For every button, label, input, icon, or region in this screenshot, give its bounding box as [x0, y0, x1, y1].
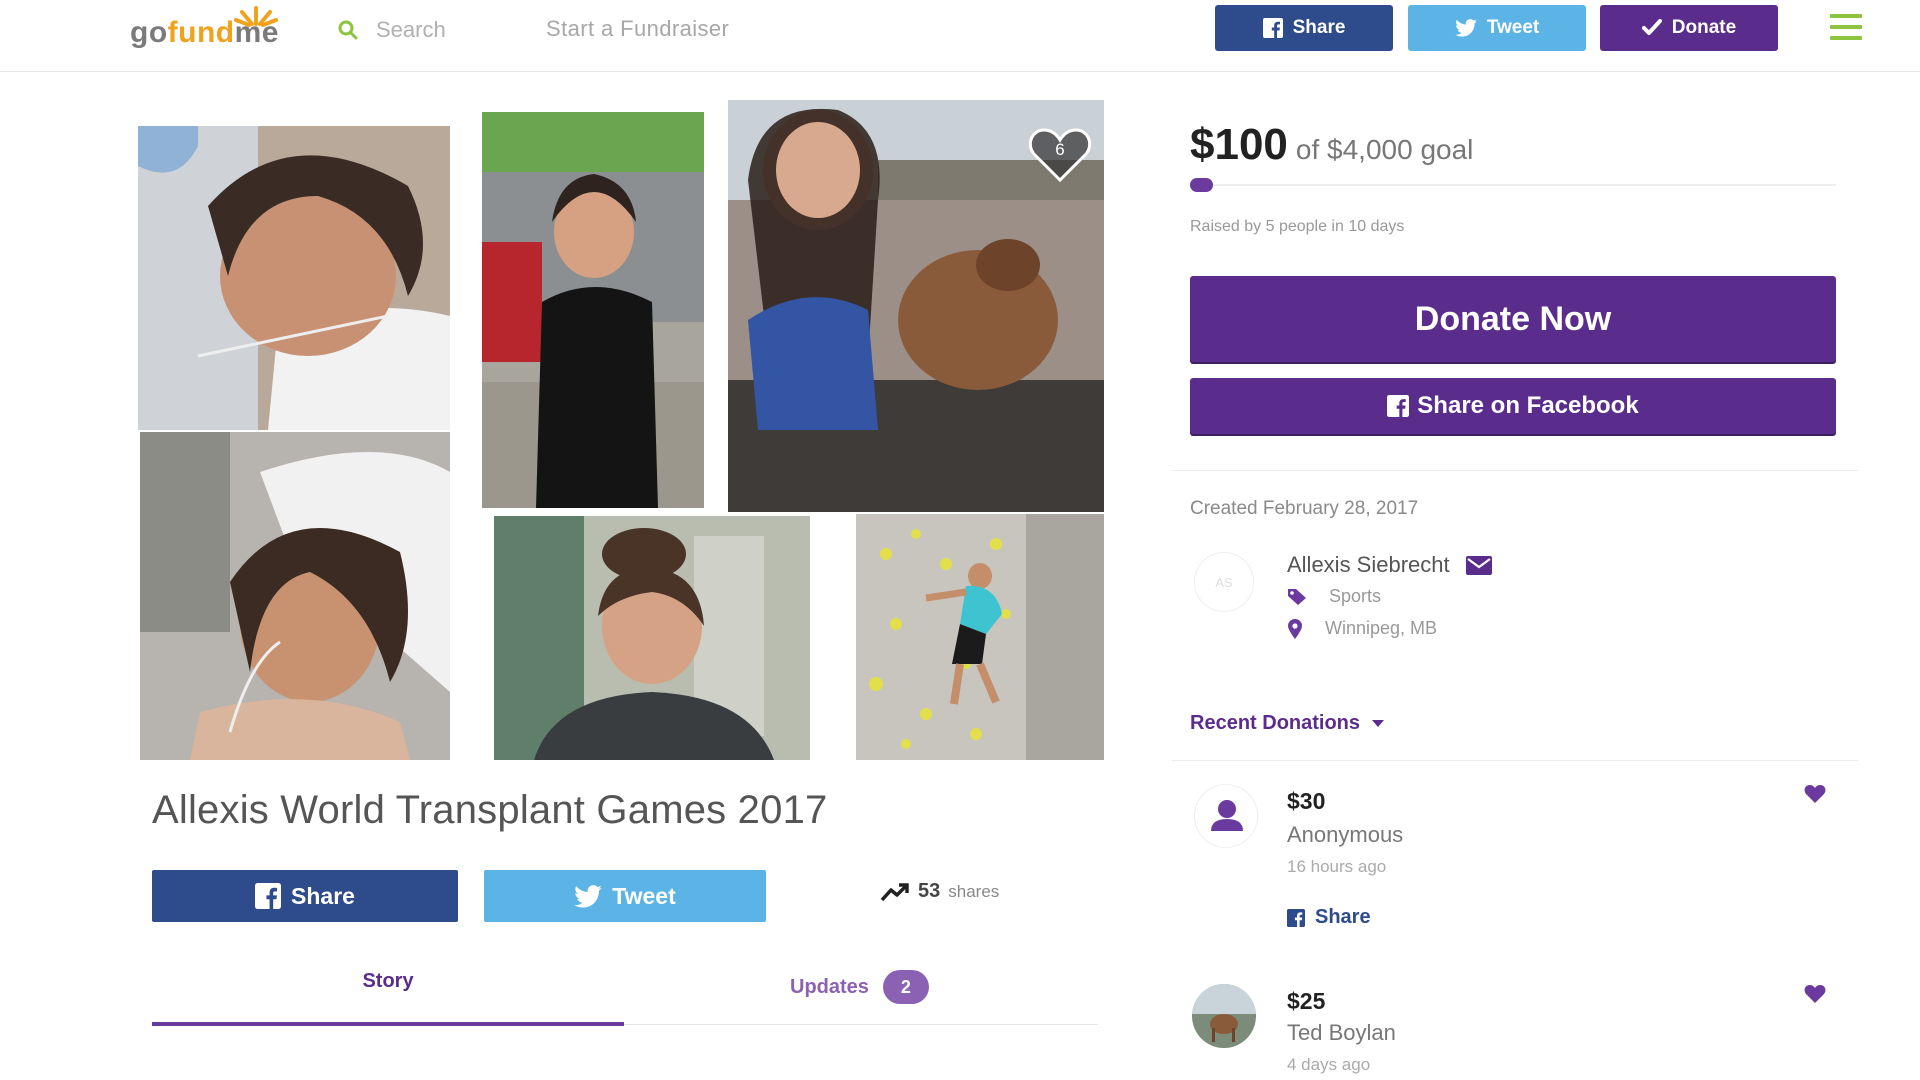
header-share-button[interactable]: Share	[1215, 5, 1393, 51]
girl-portrait-photo[interactable]	[494, 516, 810, 760]
heart-count: 6	[1055, 140, 1065, 159]
organizer-name-row: Allexis Siebrecht	[1287, 552, 1492, 578]
tab-story[interactable]: Story	[152, 970, 624, 993]
hamburger-menu-icon[interactable]	[1830, 14, 1862, 40]
share-on-facebook-label: Share on Facebook	[1417, 392, 1639, 419]
twitter-icon	[1454, 19, 1477, 37]
location-label: Winnipeg, MB	[1325, 618, 1438, 638]
twitter-icon	[574, 884, 603, 908]
girl-climbing-wall-photo[interactable]	[856, 514, 1104, 760]
tag-icon	[1288, 588, 1306, 605]
campaign-share-button[interactable]: Share	[152, 870, 458, 922]
favorite-heart-button[interactable]: 6	[1028, 126, 1092, 184]
goal-text: of $4,000 goal	[1295, 134, 1474, 165]
location-row: Winnipeg, MB	[1287, 618, 1437, 639]
shares-counter: 53 shares	[880, 880, 999, 903]
header-tweet-label: Tweet	[1486, 17, 1540, 38]
heart-icon[interactable]	[1804, 984, 1826, 1004]
category-row: Sports	[1287, 586, 1381, 607]
envelope-icon[interactable]	[1465, 555, 1492, 575]
tab-divider	[624, 1024, 1098, 1025]
facebook-icon	[1262, 18, 1283, 38]
gofundme-logo[interactable]: gofundme	[130, 6, 290, 56]
donate-now-button[interactable]: Donate Now	[1190, 276, 1836, 362]
donation-amount: $25	[1287, 988, 1326, 1014]
header-tweet-button[interactable]: Tweet	[1408, 5, 1586, 51]
donation-share-label: Share	[1315, 906, 1371, 928]
tab-updates-label: Updates	[790, 975, 869, 998]
funding-progress-fill	[1190, 178, 1214, 192]
campaign-tweet-label: Tweet	[612, 882, 676, 909]
created-date: Created February 28, 2017	[1190, 498, 1419, 519]
donor-avatar	[1192, 984, 1256, 1048]
map-pin-icon	[1288, 618, 1302, 639]
section-divider	[1172, 470, 1858, 471]
header-donate-button[interactable]: Donate	[1600, 5, 1778, 51]
facebook-icon	[255, 883, 282, 909]
organizer-avatar[interactable]: AS	[1194, 552, 1254, 612]
category-label[interactable]: Sports	[1329, 586, 1381, 607]
active-tab-indicator	[152, 1022, 624, 1026]
facebook-icon	[1287, 908, 1305, 927]
search-label: Search	[376, 17, 446, 42]
search-link[interactable]: Search	[338, 14, 446, 46]
heart-icon[interactable]	[1804, 784, 1826, 804]
checkmark-icon	[1641, 19, 1662, 35]
donation-share-link[interactable]: Share	[1287, 906, 1371, 929]
user-icon	[1211, 800, 1243, 831]
girl-in-black-dress-photo[interactable]	[482, 112, 704, 508]
header-share-label: Share	[1292, 17, 1346, 38]
raised-by-text: Raised by 5 people in 10 days	[1190, 218, 1405, 235]
logo-wordmark: gofundme	[130, 16, 279, 49]
top-navbar: gofundme Search Start a Fundraiser Share…	[0, 0, 1920, 72]
tab-updates[interactable]: Updates 2	[790, 970, 929, 1004]
trending-up-icon	[880, 882, 909, 901]
shares-count: 53	[918, 880, 941, 902]
start-fundraiser-link[interactable]: Start a Fundraiser	[546, 16, 729, 42]
raised-amount: $100	[1190, 120, 1288, 169]
girl-with-oxygen-tube-photo[interactable]	[140, 432, 450, 760]
header-donate-label: Donate	[1671, 17, 1737, 38]
campaign-title: Allexis World Transplant Games 2017	[152, 788, 828, 832]
recent-donations-toggle[interactable]: Recent Donations	[1190, 712, 1385, 735]
donation-time: 16 hours ago	[1287, 857, 1387, 876]
donation-amount: $30	[1287, 788, 1326, 814]
organizer-name[interactable]: Allexis Siebrecht	[1287, 552, 1450, 578]
donor-name: Ted Boylan	[1287, 1020, 1396, 1045]
girl-in-hospital-bed-photo[interactable]	[138, 126, 450, 430]
search-icon	[338, 20, 358, 40]
updates-count-badge: 2	[882, 970, 929, 1004]
funding-summary: $100 of $4,000 goal	[1190, 120, 1473, 170]
share-on-facebook-button[interactable]: Share on Facebook	[1190, 378, 1836, 434]
facebook-icon	[1387, 395, 1410, 417]
funding-progress-bar	[1190, 178, 1836, 192]
donation-time: 4 days ago	[1287, 1055, 1371, 1074]
donor-name: Anonymous	[1287, 822, 1404, 847]
campaign-share-label: Share	[291, 882, 355, 909]
shares-label: shares	[948, 881, 1000, 901]
anonymous-donor-avatar	[1194, 784, 1258, 848]
recent-donations-label: Recent Donations	[1190, 712, 1361, 734]
section-divider	[1172, 760, 1858, 761]
caret-down-icon	[1372, 719, 1385, 727]
campaign-tweet-button[interactable]: Tweet	[484, 870, 766, 922]
donor-photo	[1192, 984, 1256, 1048]
